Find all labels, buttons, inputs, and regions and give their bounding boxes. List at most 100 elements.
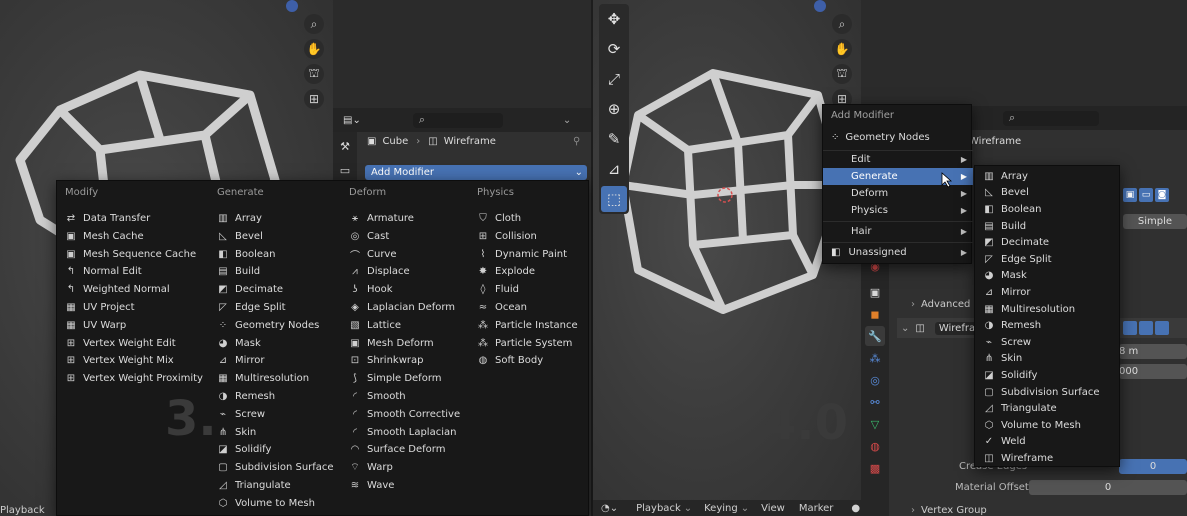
submenu-item-decimate[interactable]: ◩ Decimate bbox=[975, 234, 1121, 251]
modifier-item-cast[interactable]: ◎ Cast bbox=[349, 228, 390, 245]
modifier-item-surface-deform[interactable]: ◠ Surface Deform bbox=[349, 441, 446, 458]
modifier-item-remesh[interactable]: ◑ Remesh bbox=[217, 388, 275, 405]
world-tab-icon[interactable]: ◼ bbox=[865, 304, 885, 324]
camera-icon[interactable]: ⛫ bbox=[304, 64, 324, 84]
material-offset-field[interactable]: 0 bbox=[1029, 480, 1187, 495]
modifier-item-hook[interactable]: ʖ Hook bbox=[349, 281, 392, 298]
scale-tool-icon[interactable]: ⤢ bbox=[601, 66, 627, 92]
modifier-item-mesh-cache[interactable]: ▣ Mesh Cache bbox=[65, 228, 143, 245]
modifier-item-triangulate[interactable]: ◿ Triangulate bbox=[217, 477, 291, 494]
annotate-tool-icon[interactable]: ✎ bbox=[601, 126, 627, 152]
modifier-item-smooth-corrective[interactable]: ◜ Smooth Corrective bbox=[349, 406, 460, 423]
submenu-item-boolean[interactable]: ◧ Boolean bbox=[975, 201, 1121, 218]
modifier-item-subdivision-surface[interactable]: ▢ Subdivision Surface bbox=[217, 459, 333, 476]
modifier-item-bevel[interactable]: ◺ Bevel bbox=[217, 228, 263, 245]
submenu-item-weld[interactable]: ✓ Weld bbox=[975, 434, 1121, 451]
crease-edges-field[interactable]: 0 bbox=[1119, 459, 1187, 474]
modifier-item-build[interactable]: ▤ Build bbox=[217, 263, 260, 280]
modifier-item-ocean[interactable]: ≈ Ocean bbox=[477, 299, 527, 316]
modifier-item-uv-project[interactable]: ▦ UV Project bbox=[65, 299, 134, 316]
editor-type-icon[interactable]: ▤⌄ bbox=[343, 115, 361, 126]
modifier-item-mirror[interactable]: ⊿ Mirror bbox=[217, 352, 265, 369]
scene-tab-icon[interactable]: ▣ bbox=[865, 282, 885, 302]
properties-search-input[interactable]: ⌕ bbox=[412, 112, 503, 128]
right-3d-viewport[interactable]: ✥ ⟳ ⤢ ⊕ ✎ ⊿ ⬚ ⌕ ✋ ⛫ ⊞ 4.0 ◔⌄ Playback ⌄ K… bbox=[593, 0, 861, 516]
modifier-item-fluid[interactable]: ◊ Fluid bbox=[477, 281, 519, 298]
modifier-item-warp[interactable]: ⌔ Warp bbox=[349, 459, 393, 476]
submenu-item-multiresolution[interactable]: ▦ Multiresolution bbox=[975, 301, 1121, 318]
zoom-icon[interactable]: ⌕ bbox=[304, 14, 324, 34]
modifier-item-particle-system[interactable]: ⁂ Particle System bbox=[477, 335, 572, 352]
timeline-editor-icon[interactable]: ◔⌄ bbox=[601, 503, 618, 514]
render-toggle-icon[interactable] bbox=[1155, 321, 1169, 335]
modifier-item-data-transfer[interactable]: ⇄ Data Transfer bbox=[65, 210, 150, 227]
add-cube-tool-icon[interactable]: ⬚ bbox=[601, 186, 627, 212]
modifier-item-smooth[interactable]: ◜ Smooth bbox=[349, 388, 406, 405]
modifier-item-mesh-deform[interactable]: ▣ Mesh Deform bbox=[349, 335, 433, 352]
modifier-name-field[interactable]: Wirefra bbox=[934, 321, 980, 335]
hand-pan-icon[interactable]: ✋ bbox=[832, 39, 852, 59]
modifier-item-solidify[interactable]: ◪ Solidify bbox=[217, 441, 271, 458]
modifier-item-skin[interactable]: ⋔ Skin bbox=[217, 424, 256, 441]
submenu-item-skin[interactable]: ⋔ Skin bbox=[975, 351, 1121, 368]
editmode-toggle-icon[interactable] bbox=[1123, 321, 1137, 335]
submenu-item-bevel[interactable]: ◺ Bevel bbox=[975, 185, 1121, 202]
modifier-item-curve[interactable]: ⌒ Curve bbox=[349, 246, 397, 263]
submenu-item-wireframe[interactable]: ◫ Wireframe bbox=[975, 450, 1121, 467]
modifier-item-volume-to-mesh[interactable]: ⬡ Volume to Mesh bbox=[217, 495, 315, 512]
modifier-item-screw[interactable]: ⌁ Screw bbox=[217, 406, 265, 423]
record-icon[interactable]: ●⌄ bbox=[851, 503, 861, 514]
modifier-item-dynamic-paint[interactable]: ⌇ Dynamic Paint bbox=[477, 246, 567, 263]
modifier-item-vertex-weight-edit[interactable]: ⊞ Vertex Weight Edit bbox=[65, 335, 176, 352]
submenu-item-edge-split[interactable]: ◸ Edge Split bbox=[975, 251, 1121, 268]
render-tab-icon[interactable]: ▭ bbox=[335, 160, 355, 180]
modifier-item-cloth[interactable]: ⛉ Cloth bbox=[477, 210, 521, 227]
navigation-gizmo-dot[interactable] bbox=[286, 0, 298, 12]
viewport-toggle-icon[interactable]: ▭ bbox=[1139, 188, 1153, 202]
zoom-icon[interactable]: ⌕ bbox=[832, 14, 852, 34]
tool-tab-icon[interactable]: ⚒ bbox=[335, 136, 355, 156]
advanced-subpanel[interactable]: › Advanced bbox=[911, 299, 970, 310]
modifier-item-wave[interactable]: ≋ Wave bbox=[349, 477, 395, 494]
transform-tool-icon[interactable]: ⊕ bbox=[601, 96, 627, 122]
modifier-item-geometry-nodes[interactable]: ⁘ Geometry Nodes bbox=[217, 317, 320, 334]
collapse-chevron-icon[interactable]: ⌄ bbox=[901, 323, 909, 334]
modifier-item-shrinkwrap[interactable]: ⊡ Shrinkwrap bbox=[349, 352, 424, 369]
grid-perspective-icon[interactable]: ⊞ bbox=[304, 89, 324, 109]
texture-tab-icon[interactable]: ▩ bbox=[865, 458, 885, 478]
view-menu[interactable]: View bbox=[761, 503, 785, 514]
modifier-item-simple-deform[interactable]: ⟆ Simple Deform bbox=[349, 370, 441, 387]
submenu-item-build[interactable]: ▤ Build bbox=[975, 218, 1121, 235]
data-tab-icon[interactable]: ▽ bbox=[865, 414, 885, 434]
thickness-field[interactable]: 8 m bbox=[1119, 344, 1187, 359]
submenu-item-array[interactable]: ▥ Array bbox=[975, 168, 1121, 185]
modifier-item-weighted-normal[interactable]: ↰ Weighted Normal bbox=[65, 281, 170, 298]
modifier-item-mesh-sequence-cache[interactable]: ▣ Mesh Sequence Cache bbox=[65, 246, 196, 263]
particles-tab-icon[interactable]: ⁂ bbox=[865, 348, 885, 368]
vertex-group-subpanel[interactable]: › Vertex Group bbox=[911, 505, 987, 516]
submenu-item-triangulate[interactable]: ◿ Triangulate bbox=[975, 400, 1121, 417]
modifier-item-normal-edit[interactable]: ↰ Normal Edit bbox=[65, 263, 142, 280]
measure-tool-icon[interactable]: ⊿ bbox=[601, 156, 627, 182]
modifier-item-array[interactable]: ▥ Array bbox=[217, 210, 262, 227]
hair-category-item[interactable]: Hair ▶ bbox=[823, 223, 973, 240]
modifier-item-boolean[interactable]: ◧ Boolean bbox=[217, 246, 275, 263]
submenu-item-volume-to-mesh[interactable]: ⬡ Volume to Mesh bbox=[975, 417, 1121, 434]
modifier-item-uv-warp[interactable]: ▦ UV Warp bbox=[65, 317, 126, 334]
modifier-tab-icon[interactable]: 🔧 bbox=[865, 326, 885, 346]
submenu-item-subdivision-surface[interactable]: ▢ Subdivision Surface bbox=[975, 384, 1121, 401]
rotate-tool-icon[interactable]: ⟳ bbox=[601, 36, 627, 62]
modifier-item-edge-split[interactable]: ◸ Edge Split bbox=[217, 299, 285, 316]
physics-tab-icon[interactable]: ◎ bbox=[865, 370, 885, 390]
geometry-nodes-menu-item[interactable]: ⁘ Geometry Nodes bbox=[823, 129, 973, 146]
modifier-item-lattice[interactable]: ▧ Lattice bbox=[349, 317, 401, 334]
modifier-item-vertex-weight-proximity[interactable]: ⊞ Vertex Weight Proximity bbox=[65, 370, 203, 387]
modifier-item-smooth-laplacian[interactable]: ◜ Smooth Laplacian bbox=[349, 424, 456, 441]
playback-menu[interactable]: Playback bbox=[636, 503, 681, 514]
playback-menu[interactable]: Playback bbox=[0, 505, 45, 516]
modifier-item-soft-body[interactable]: ◍ Soft Body bbox=[477, 352, 544, 369]
properties-search-input[interactable]: ⌕ bbox=[1003, 110, 1099, 126]
editmode-toggle-icon[interactable]: ▣ bbox=[1123, 188, 1137, 202]
modifier-item-multiresolution[interactable]: ▦ Multiresolution bbox=[217, 370, 309, 387]
marker-menu[interactable]: Marker bbox=[799, 503, 834, 514]
